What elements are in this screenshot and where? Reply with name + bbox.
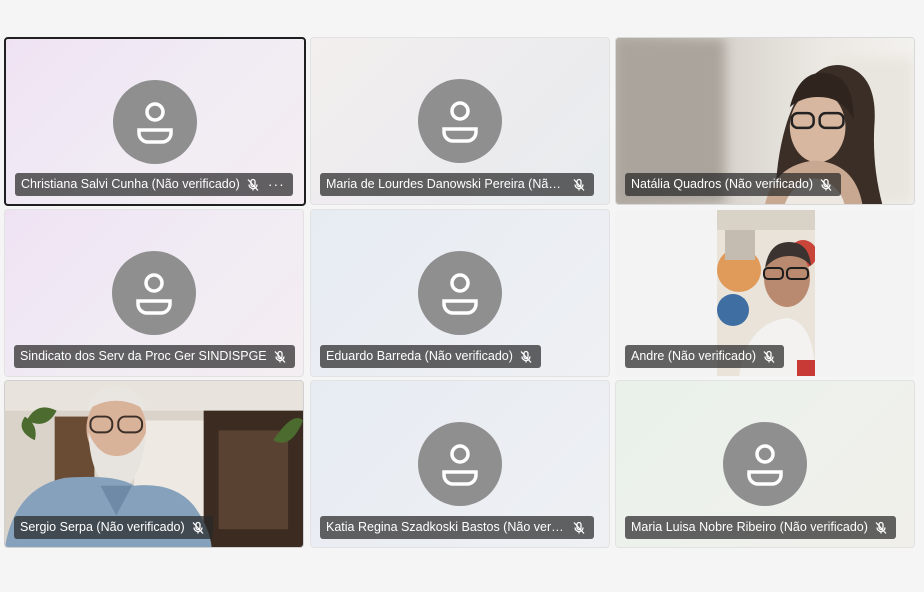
participant-name: Katia Regina Szadkoski Bastos (Não verif…: [326, 520, 566, 534]
participant-name: Natália Quadros (Não verificado): [631, 177, 814, 191]
mic-off-icon: [274, 350, 286, 363]
participant-name-label: Sergio Serpa (Não verificado): [14, 516, 213, 539]
mic-off-icon: [820, 178, 832, 191]
person-icon: [418, 79, 502, 163]
mic-off-icon: [763, 350, 775, 363]
participant-name: Sergio Serpa (Não verificado): [20, 520, 185, 534]
participant-tile-natalia[interactable]: Natália Quadros (Não verificado): [615, 37, 915, 205]
person-icon: [113, 79, 197, 164]
participant-tile-eduardo[interactable]: Eduardo Barreda (Não verificado): [310, 209, 610, 377]
participant-tile-sergio[interactable]: Sergio Serpa (Não verificado): [4, 380, 304, 548]
mic-off-icon: [875, 521, 887, 534]
person-icon: [418, 251, 502, 335]
participant-name-label: Eduardo Barreda (Não verificado): [320, 345, 541, 368]
person-icon: [112, 251, 196, 335]
participant-tile-maria-de-lourdes[interactable]: Maria de Lourdes Danowski Pereira (Não v…: [310, 37, 610, 205]
participant-tile-maria-luisa[interactable]: Maria Luisa Nobre Ribeiro (Não verificad…: [615, 380, 915, 548]
participant-tile-christiana[interactable]: Christiana Salvi Cunha (Não verificado) …: [4, 37, 306, 206]
participant-tile-katia[interactable]: Katia Regina Szadkoski Bastos (Não verif…: [310, 380, 610, 548]
video-gallery: Christiana Salvi Cunha (Não verificado) …: [0, 0, 924, 592]
participant-tile-andre[interactable]: Andre (Não verificado): [615, 209, 915, 377]
more-options-icon[interactable]: ···: [268, 173, 285, 196]
participant-name: Christiana Salvi Cunha (Não verificado): [21, 177, 240, 191]
mic-off-icon: [573, 521, 585, 534]
mic-off-icon: [573, 178, 585, 191]
participant-name-label: Andre (Não verificado): [625, 345, 785, 368]
mic-off-icon: [247, 178, 259, 191]
participant-name-label: Maria de Lourdes Danowski Pereira (Não v…: [320, 173, 594, 196]
participant-name: Maria Luisa Nobre Ribeiro (Não verificad…: [631, 520, 868, 534]
participant-name: Sindicato dos Serv da Proc Ger SINDISPGE: [20, 349, 267, 363]
participant-name-label: Natália Quadros (Não verificado): [625, 173, 842, 196]
participant-name: Eduardo Barreda (Não verificado): [326, 349, 513, 363]
participant-name: Maria de Lourdes Danowski Pereira (Não v…: [326, 177, 566, 191]
participant-name-label: Maria Luisa Nobre Ribeiro (Não verificad…: [625, 516, 896, 539]
participant-name-label: Katia Regina Szadkoski Bastos (Não verif…: [320, 516, 594, 539]
person-icon: [418, 422, 502, 506]
participant-tile-sindicato[interactable]: Sindicato dos Serv da Proc Ger SINDISPGE: [4, 209, 304, 377]
participant-name-label: Sindicato dos Serv da Proc Ger SINDISPGE: [14, 345, 295, 368]
mic-off-icon: [192, 521, 204, 534]
participant-name-label: Christiana Salvi Cunha (Não verificado) …: [15, 173, 293, 196]
participant-name: Andre (Não verificado): [631, 349, 757, 363]
person-icon: [723, 422, 807, 506]
mic-off-icon: [520, 350, 532, 363]
